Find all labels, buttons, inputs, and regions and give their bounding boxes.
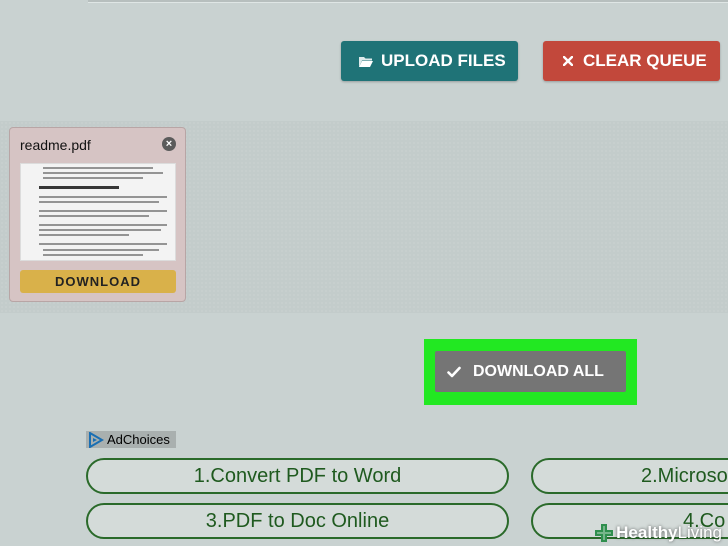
top-divider	[88, 0, 728, 3]
download-file-button[interactable]: DOWNLOAD	[20, 270, 176, 293]
ad-link[interactable]: 3.PDF to Doc Online	[86, 503, 509, 539]
ad-link[interactable]: 1.Convert PDF to Word	[86, 458, 509, 494]
remove-file-icon[interactable]: ×	[162, 137, 176, 151]
download-all-button[interactable]: DOWNLOAD ALL	[435, 351, 626, 392]
ad-link[interactable]: 2.Microso	[531, 458, 728, 494]
file-card: readme.pdf × DOWNLOAD	[9, 127, 186, 302]
watermark-logo: Healthy Living	[594, 523, 722, 543]
adchoices-badge[interactable]: AdChoices	[86, 431, 176, 448]
download-all-label: DOWNLOAD ALL	[473, 362, 604, 380]
upload-files-button[interactable]: UPLOAD FILES	[341, 41, 518, 81]
checkmark-icon	[443, 366, 465, 378]
adchoices-icon	[88, 431, 104, 448]
file-name: readme.pdf	[20, 137, 91, 153]
upload-files-label: UPLOAD FILES	[381, 51, 506, 70]
clear-queue-button[interactable]: CLEAR QUEUE	[543, 41, 720, 81]
clear-queue-label: CLEAR QUEUE	[583, 51, 707, 70]
adchoices-label: AdChoices	[107, 432, 170, 447]
watermark-brand-bold: Healthy	[616, 523, 678, 542]
watermark-brand-light: Living	[677, 523, 722, 542]
folder-open-icon	[355, 55, 377, 68]
close-icon	[557, 56, 579, 66]
plus-icon	[595, 524, 614, 542]
file-thumbnail	[20, 163, 176, 261]
